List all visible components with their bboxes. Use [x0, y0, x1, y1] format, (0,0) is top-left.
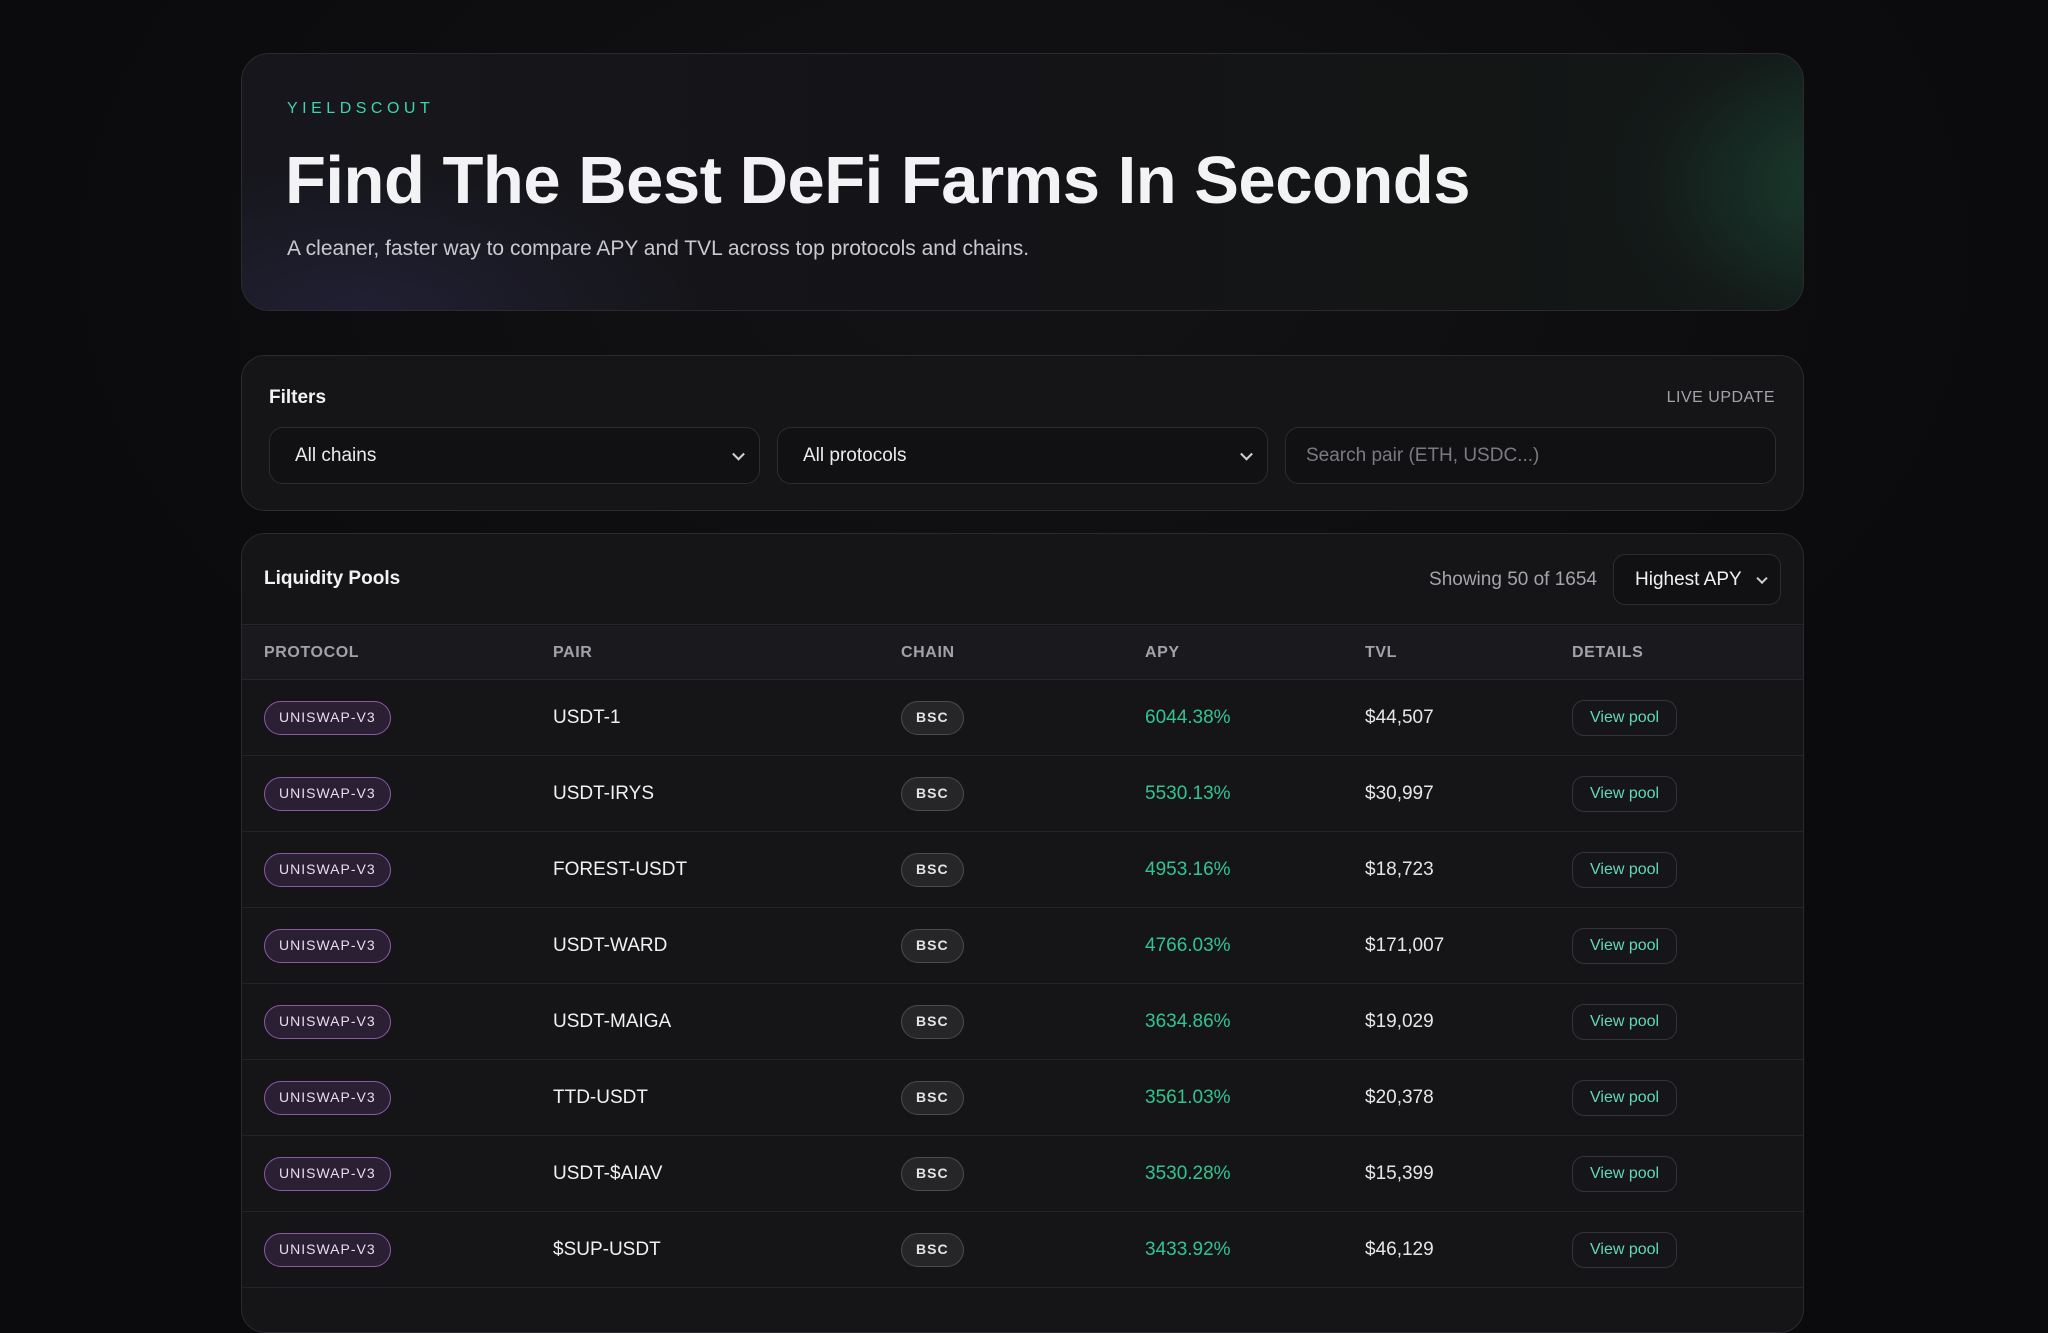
liquidity-pools-panel: Liquidity Pools Showing 50 of 1654 Highe… [241, 533, 1804, 1333]
column-header-pair[interactable]: PAIR [553, 644, 592, 662]
protocol-badge: UNISWAP-V3 [264, 1004, 391, 1039]
table-row: UNISWAP-V3 TTD-USDT BSC 3561.03% $20,378… [242, 1060, 1803, 1136]
hero-banner: YIELDSCOUT Find The Best DeFi Farms In S… [241, 53, 1804, 311]
page-subtitle: A cleaner, faster way to compare APY and… [287, 237, 1030, 260]
table-header: PROTOCOL PAIR CHAIN APY TVL DETAILS [242, 626, 1803, 680]
view-pool-button[interactable]: View pool [1572, 1003, 1678, 1040]
protocol-select[interactable]: All protocols [777, 427, 1268, 484]
chain-badge: BSC [901, 1156, 964, 1191]
pair-name: USDT-$AIAV [553, 1162, 663, 1184]
protocol-badge: UNISWAP-V3 [264, 700, 391, 735]
table-row: UNISWAP-V3 USDT-IRYS BSC 5530.13% $30,99… [242, 756, 1803, 832]
protocol-select-value: All protocols [803, 444, 907, 466]
table-body: UNISWAP-V3 USDT-1 BSC 6044.38% $44,507 V… [242, 680, 1803, 1288]
brand-label: YIELDSCOUT [287, 100, 435, 117]
filters-panel: Filters LIVE UPDATE All chains All proto… [241, 355, 1804, 511]
tvl-value: $46,129 [1365, 1238, 1434, 1260]
view-pool-button[interactable]: View pool [1572, 927, 1678, 964]
pair-name: USDT-WARD [553, 934, 668, 956]
chain-badge: BSC [901, 1080, 964, 1115]
table-row: UNISWAP-V3 USDT-WARD BSC 4766.03% $171,0… [242, 908, 1803, 984]
protocol-badge: UNISWAP-V3 [264, 928, 391, 963]
column-header-tvl[interactable]: TVL [1365, 644, 1397, 662]
apy-value: 3433.92% [1145, 1238, 1231, 1260]
tvl-value: $30,997 [1365, 782, 1434, 804]
view-pool-button[interactable]: View pool [1572, 775, 1678, 812]
chain-badge: BSC [901, 928, 964, 963]
chain-select[interactable]: All chains [269, 427, 760, 484]
column-header-protocol[interactable]: PROTOCOL [264, 644, 359, 662]
search-placeholder: Search pair (ETH, USDC...) [1306, 444, 1540, 466]
view-pool-button[interactable]: View pool [1572, 851, 1678, 888]
chevron-down-icon [1240, 447, 1253, 461]
column-header-details: DETAILS [1572, 644, 1644, 661]
table-row: UNISWAP-V3 $SUP-USDT BSC 3433.92% $46,12… [242, 1212, 1803, 1288]
table-row: UNISWAP-V3 USDT-1 BSC 6044.38% $44,507 V… [242, 680, 1803, 756]
pools-header: Liquidity Pools Showing 50 of 1654 Highe… [242, 534, 1803, 625]
pools-title: Liquidity Pools [264, 568, 401, 589]
pair-name: $SUP-USDT [553, 1238, 661, 1260]
tvl-value: $15,399 [1365, 1162, 1434, 1184]
view-pool-button[interactable]: View pool [1572, 1155, 1678, 1192]
view-pool-button[interactable]: View pool [1572, 1079, 1678, 1116]
live-update-label: LIVE UPDATE [1666, 389, 1775, 406]
view-pool-button[interactable]: View pool [1572, 1231, 1678, 1268]
pair-name: USDT-MAIGA [553, 1010, 672, 1032]
tvl-value: $18,723 [1365, 858, 1434, 880]
chevron-down-icon [732, 447, 745, 461]
protocol-badge: UNISWAP-V3 [264, 1156, 391, 1191]
pair-name: USDT-IRYS [553, 782, 655, 804]
tvl-value: $19,029 [1365, 1010, 1434, 1032]
protocol-badge: UNISWAP-V3 [264, 1080, 391, 1115]
pair-name: TTD-USDT [553, 1086, 648, 1108]
table-row: UNISWAP-V3 USDT-$AIAV BSC 3530.28% $15,3… [242, 1136, 1803, 1212]
pair-name: FOREST-USDT [553, 858, 688, 880]
chain-select-value: All chains [295, 444, 377, 466]
apy-value: 3561.03% [1145, 1086, 1231, 1108]
apy-value: 6044.38% [1145, 706, 1231, 728]
results-count: Showing 50 of 1654 [1429, 569, 1597, 590]
protocol-badge: UNISWAP-V3 [264, 852, 391, 887]
table-row: UNISWAP-V3 USDT-MAIGA BSC 3634.86% $19,0… [242, 984, 1803, 1060]
chain-badge: BSC [901, 852, 964, 887]
chevron-down-icon [1756, 572, 1768, 584]
search-pair-input[interactable]: Search pair (ETH, USDC...) [1285, 427, 1776, 484]
sort-select-value: Highest APY [1635, 568, 1742, 590]
apy-value: 4953.16% [1145, 858, 1231, 880]
protocol-badge: UNISWAP-V3 [264, 776, 391, 811]
table-row: UNISWAP-V3 FOREST-USDT BSC 4953.16% $18,… [242, 832, 1803, 908]
chain-badge: BSC [901, 1232, 964, 1267]
column-header-chain[interactable]: CHAIN [901, 644, 955, 662]
apy-value: 3530.28% [1145, 1162, 1231, 1184]
apy-value: 3634.86% [1145, 1010, 1231, 1032]
view-pool-button[interactable]: View pool [1572, 699, 1678, 736]
column-header-apy[interactable]: APY [1145, 644, 1180, 662]
page-title: Find The Best DeFi Farms In Seconds [285, 143, 1471, 218]
apy-value: 4766.03% [1145, 934, 1231, 956]
sort-select[interactable]: Highest APY [1613, 554, 1781, 605]
protocol-badge: UNISWAP-V3 [264, 1232, 391, 1267]
pair-name: USDT-1 [553, 706, 621, 728]
tvl-value: $171,007 [1365, 934, 1445, 956]
apy-value: 5530.13% [1145, 782, 1231, 804]
chain-badge: BSC [901, 700, 964, 735]
chain-badge: BSC [901, 776, 964, 811]
tvl-value: $44,507 [1365, 706, 1434, 728]
chain-badge: BSC [901, 1004, 964, 1039]
tvl-value: $20,378 [1365, 1086, 1434, 1108]
filters-title: Filters [269, 387, 327, 408]
